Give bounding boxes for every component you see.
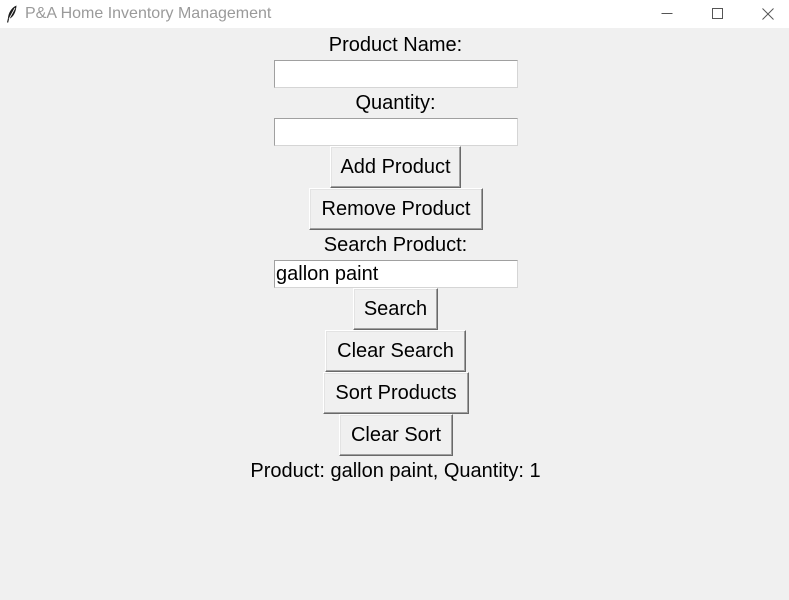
feather-icon xyxy=(6,5,18,23)
maximize-icon xyxy=(712,8,723,19)
product-name-label: Product Name: xyxy=(328,34,463,56)
minimize-button[interactable] xyxy=(644,0,690,28)
product-result-text: Product: gallon paint, Quantity: 1 xyxy=(250,460,541,482)
search-button[interactable]: Search xyxy=(353,288,438,330)
close-icon xyxy=(762,8,774,20)
search-input[interactable] xyxy=(274,260,518,288)
close-button[interactable] xyxy=(745,0,789,28)
remove-product-button[interactable]: Remove Product xyxy=(309,188,483,230)
maximize-button[interactable] xyxy=(695,0,741,28)
title-bar[interactable]: P&A Home Inventory Management xyxy=(0,0,789,28)
search-product-label: Search Product: xyxy=(323,234,468,256)
window-title: P&A Home Inventory Management xyxy=(25,5,272,22)
minimize-icon xyxy=(661,13,673,14)
quantity-label: Quantity: xyxy=(355,92,436,114)
product-name-input[interactable] xyxy=(274,60,518,88)
app-window: P&A Home Inventory Management Product Na… xyxy=(0,0,789,600)
clear-search-button[interactable]: Clear Search xyxy=(325,330,466,372)
add-product-button[interactable]: Add Product xyxy=(330,146,461,188)
clear-sort-button[interactable]: Clear Sort xyxy=(339,414,453,456)
sort-products-button[interactable]: Sort Products xyxy=(323,372,469,414)
quantity-input[interactable] xyxy=(274,118,518,146)
